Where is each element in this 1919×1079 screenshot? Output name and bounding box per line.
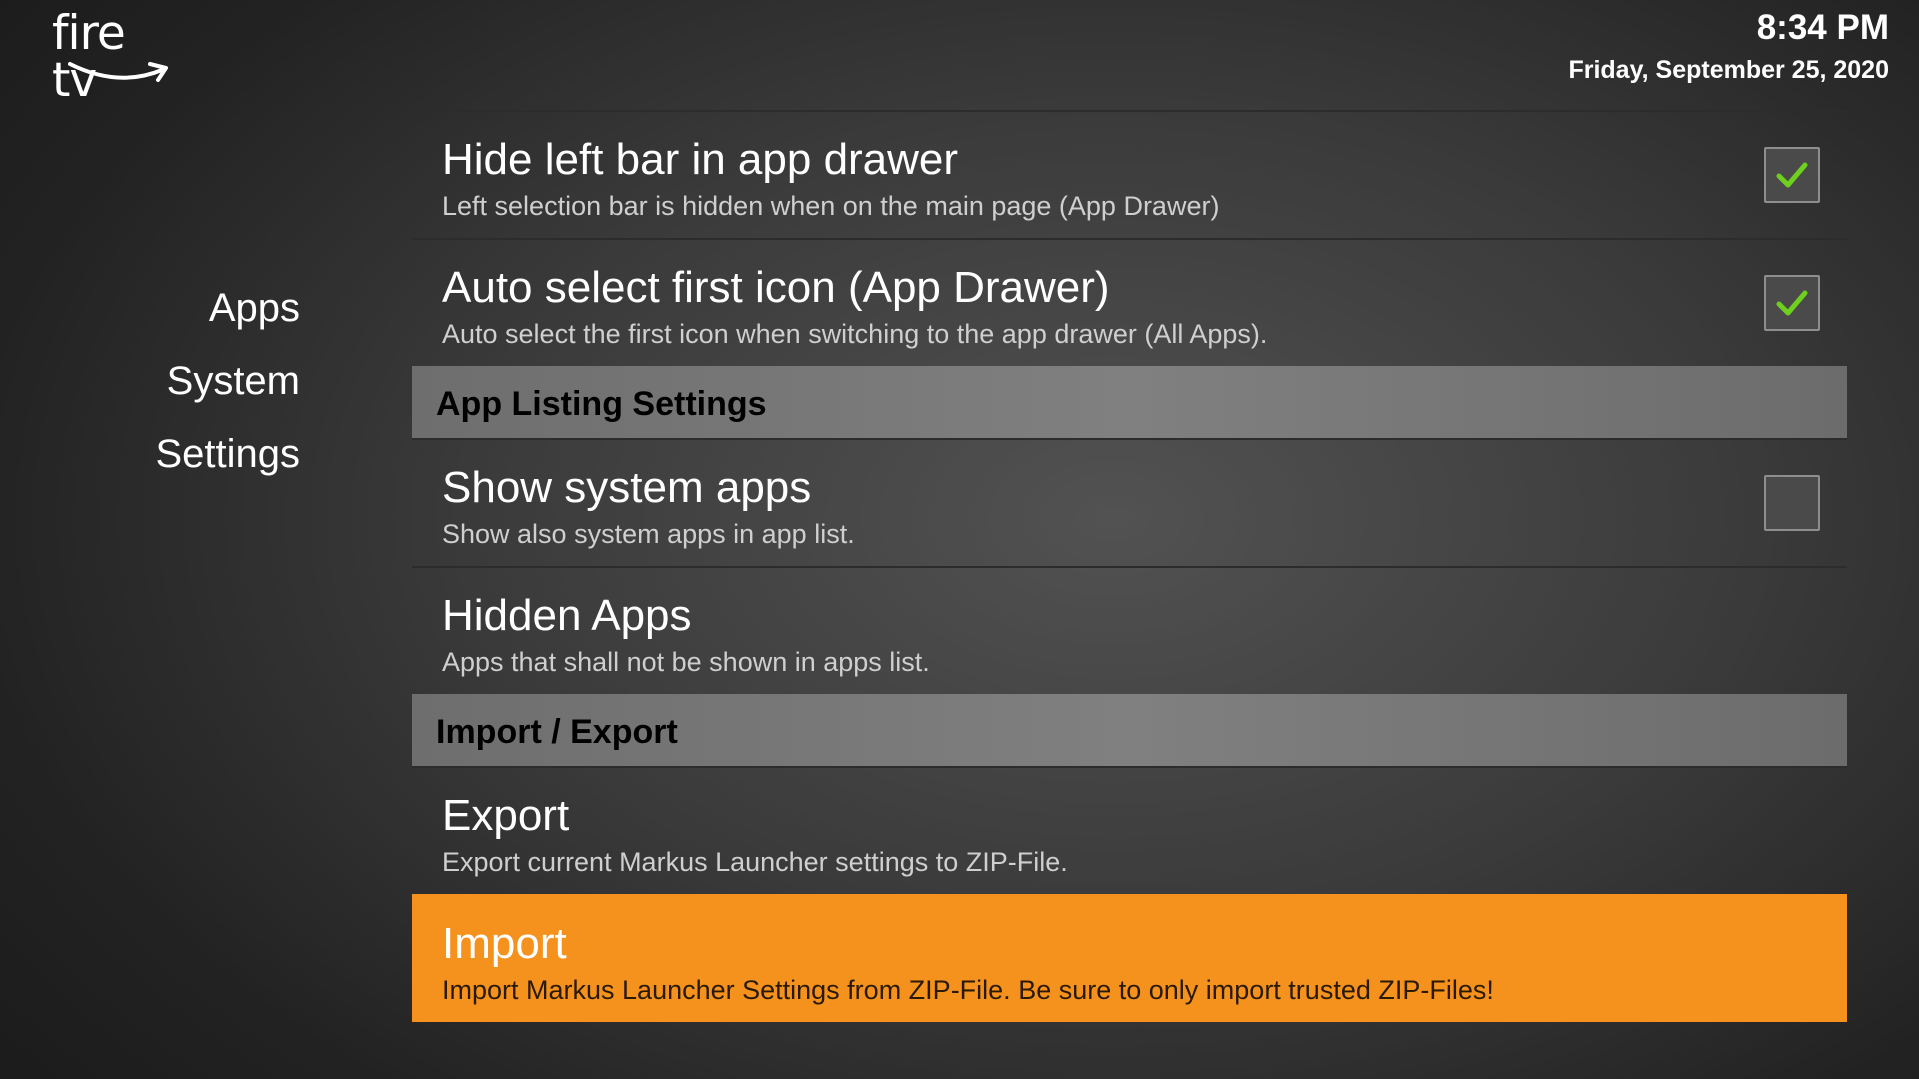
setting-export[interactable]: Export Export current Markus Launcher se… — [412, 766, 1847, 894]
setting-show-system-apps[interactable]: Show system apps Show also system apps i… — [412, 438, 1847, 566]
section-label: Import / Export — [436, 713, 678, 751]
section-header-import-export: Import / Export — [412, 694, 1847, 766]
logo-text: fire tv — [52, 6, 126, 108]
clock: 8:34 PM Friday, September 25, 2020 — [1568, 6, 1889, 90]
amazon-smile-icon — [68, 62, 168, 82]
left-nav: Apps System Settings — [0, 272, 300, 491]
show-system-apps-checkbox[interactable] — [1764, 475, 1820, 531]
clock-date: Friday, September 25, 2020 — [1568, 56, 1889, 84]
settings-list: Hide left bar in app drawer Left selecti… — [412, 110, 1847, 1022]
setting-description: Export current Markus Launcher settings … — [442, 847, 1068, 877]
setting-hide-left-bar[interactable]: Hide left bar in app drawer Left selecti… — [412, 110, 1847, 238]
nav-item-settings[interactable]: Settings — [0, 418, 300, 491]
setting-title: Export — [442, 791, 570, 840]
setting-description: Show also system apps in app list. — [442, 519, 855, 549]
checkmark-icon — [1776, 162, 1808, 188]
checkmark-icon — [1776, 290, 1808, 316]
section-header-app-listing: App Listing Settings — [412, 366, 1847, 438]
nav-item-apps[interactable]: Apps — [0, 272, 300, 345]
auto-select-first-icon-checkbox[interactable] — [1764, 275, 1820, 331]
section-label: App Listing Settings — [436, 385, 767, 423]
setting-import[interactable]: Import Import Markus Launcher Settings f… — [412, 894, 1847, 1022]
setting-hidden-apps[interactable]: Hidden Apps Apps that shall not be shown… — [412, 566, 1847, 694]
hide-left-bar-checkbox[interactable] — [1764, 147, 1820, 203]
setting-description: Auto select the first icon when switchin… — [442, 319, 1268, 349]
setting-title: Show system apps — [442, 463, 812, 512]
setting-title: Import — [442, 919, 567, 968]
setting-title: Hide left bar in app drawer — [442, 135, 959, 184]
setting-title: Hidden Apps — [442, 591, 692, 640]
nav-item-system[interactable]: System — [0, 345, 300, 418]
setting-title: Auto select first icon (App Drawer) — [442, 263, 1110, 312]
clock-time: 8:34 PM — [1756, 8, 1889, 47]
setting-description: Apps that shall not be shown in apps lis… — [442, 647, 930, 677]
setting-description: Import Markus Launcher Settings from ZIP… — [442, 975, 1494, 1005]
setting-description: Left selection bar is hidden when on the… — [442, 191, 1220, 221]
setting-auto-select-first-icon[interactable]: Auto select first icon (App Drawer) Auto… — [412, 238, 1847, 366]
fire-tv-logo: fire tv — [52, 10, 182, 104]
